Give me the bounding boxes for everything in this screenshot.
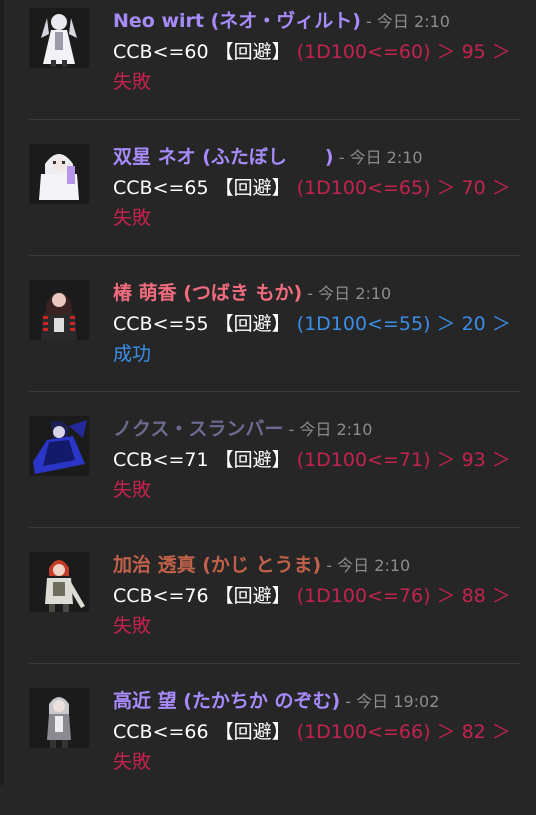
message-body: CCB<=71 【回避】 (1D100<=71) ＞ 93 ＞ 失敗 <box>113 445 513 505</box>
message-header: 高近 望 (たかちか のぞむ) - 今日 19:02 <box>113 688 439 715</box>
message-header: 加治 透真 (かじ とうま) - 今日 2:10 <box>113 552 410 579</box>
author-name[interactable]: 加治 透真 (かじ とうま) <box>113 554 321 576</box>
roll-result: (1D100<=71) ＞ 93 ＞ <box>296 449 511 471</box>
header-separator: - <box>360 12 377 31</box>
header-separator: - <box>333 148 350 167</box>
message-divider <box>29 527 520 528</box>
message-divider <box>29 663 520 664</box>
message-header: 双星 ネオ (ふたぼし ) - 今日 2:10 <box>113 144 423 171</box>
author-name[interactable]: Neo wirt (ネオ・ヴィルト) <box>113 10 361 32</box>
command-text: CCB<=65 【回避】 <box>113 177 297 199</box>
command-text: CCB<=76 【回避】 <box>113 585 297 607</box>
message-body: CCB<=60 【回避】 (1D100<=60) ＞ 95 ＞ 失敗 <box>113 37 513 97</box>
roll-outcome: 失敗 <box>113 207 152 229</box>
message-divider <box>29 119 520 120</box>
timestamp: 今日 2:10 <box>299 420 373 439</box>
author-name[interactable]: ノクス・スランバー <box>113 418 283 440</box>
roll-result: (1D100<=60) ＞ 95 ＞ <box>296 41 511 63</box>
message-body: CCB<=65 【回避】 (1D100<=65) ＞ 70 ＞ 失敗 <box>113 173 513 233</box>
chat-message: 椿 萌香 (つばき もか) - 今日 2:10 CCB<=55 【回避】 (1D… <box>0 272 520 407</box>
chat-message: 高近 望 (たかちか のぞむ) - 今日 19:02 CCB<=66 【回避】 … <box>0 680 520 815</box>
chat-message: ノクス・スランバー - 今日 2:10 CCB<=71 【回避】 (1D100<… <box>0 408 520 543</box>
roll-result: (1D100<=66) ＞ 82 ＞ <box>296 721 511 743</box>
roll-outcome: 失敗 <box>113 479 152 501</box>
author-name[interactable]: 高近 望 (たかちか のぞむ) <box>113 690 340 712</box>
command-text: CCB<=60 【回避】 <box>113 41 297 63</box>
avatar[interactable] <box>29 688 89 748</box>
message-body: CCB<=76 【回避】 (1D100<=76) ＞ 88 ＞ 失敗 <box>113 581 513 641</box>
message-divider <box>29 255 520 256</box>
roll-outcome: 失敗 <box>113 71 152 93</box>
message-body: CCB<=55 【回避】 (1D100<=55) ＞ 20 ＞ 成功 <box>113 309 513 369</box>
header-separator: - <box>283 420 300 439</box>
roll-result: (1D100<=76) ＞ 88 ＞ <box>296 585 511 607</box>
timestamp: 今日 2:10 <box>337 556 411 575</box>
chat-message: Neo wirt (ネオ・ヴィルト) - 今日 2:10 CCB<=60 【回避… <box>0 0 520 135</box>
command-text: CCB<=66 【回避】 <box>113 721 297 743</box>
avatar[interactable] <box>29 8 89 68</box>
message-header: 椿 萌香 (つばき もか) - 今日 2:10 <box>113 280 391 307</box>
message-divider <box>29 391 520 392</box>
chat-message: 双星 ネオ (ふたぼし ) - 今日 2:10 CCB<=65 【回避】 (1D… <box>0 136 520 271</box>
chat-message: 加治 透真 (かじ とうま) - 今日 2:10 CCB<=76 【回避】 (1… <box>0 544 520 679</box>
roll-outcome: 失敗 <box>113 615 152 637</box>
timestamp: 今日 19:02 <box>356 692 440 711</box>
command-text: CCB<=71 【回避】 <box>113 449 297 471</box>
avatar[interactable] <box>29 144 89 204</box>
header-separator: - <box>321 556 338 575</box>
roll-result: (1D100<=65) ＞ 70 ＞ <box>296 177 511 199</box>
message-body: CCB<=66 【回避】 (1D100<=66) ＞ 82 ＞ 失敗 <box>113 717 513 777</box>
avatar[interactable] <box>29 280 89 340</box>
avatar[interactable] <box>29 552 89 612</box>
command-text: CCB<=55 【回避】 <box>113 313 297 335</box>
timestamp: 今日 2:10 <box>318 284 392 303</box>
timestamp: 今日 2:10 <box>376 12 450 31</box>
roll-result: (1D100<=55) ＞ 20 ＞ <box>296 313 511 335</box>
timestamp: 今日 2:10 <box>349 148 423 167</box>
message-header: Neo wirt (ネオ・ヴィルト) - 今日 2:10 <box>113 8 450 35</box>
header-separator: - <box>302 284 319 303</box>
roll-outcome: 失敗 <box>113 751 152 773</box>
roll-outcome: 成功 <box>113 343 152 365</box>
message-header: ノクス・スランバー - 今日 2:10 <box>113 416 372 443</box>
author-name[interactable]: 椿 萌香 (つばき もか) <box>113 282 302 304</box>
author-name[interactable]: 双星 ネオ (ふたぼし ) <box>113 146 334 168</box>
header-separator: - <box>340 692 357 711</box>
avatar[interactable] <box>29 416 89 476</box>
